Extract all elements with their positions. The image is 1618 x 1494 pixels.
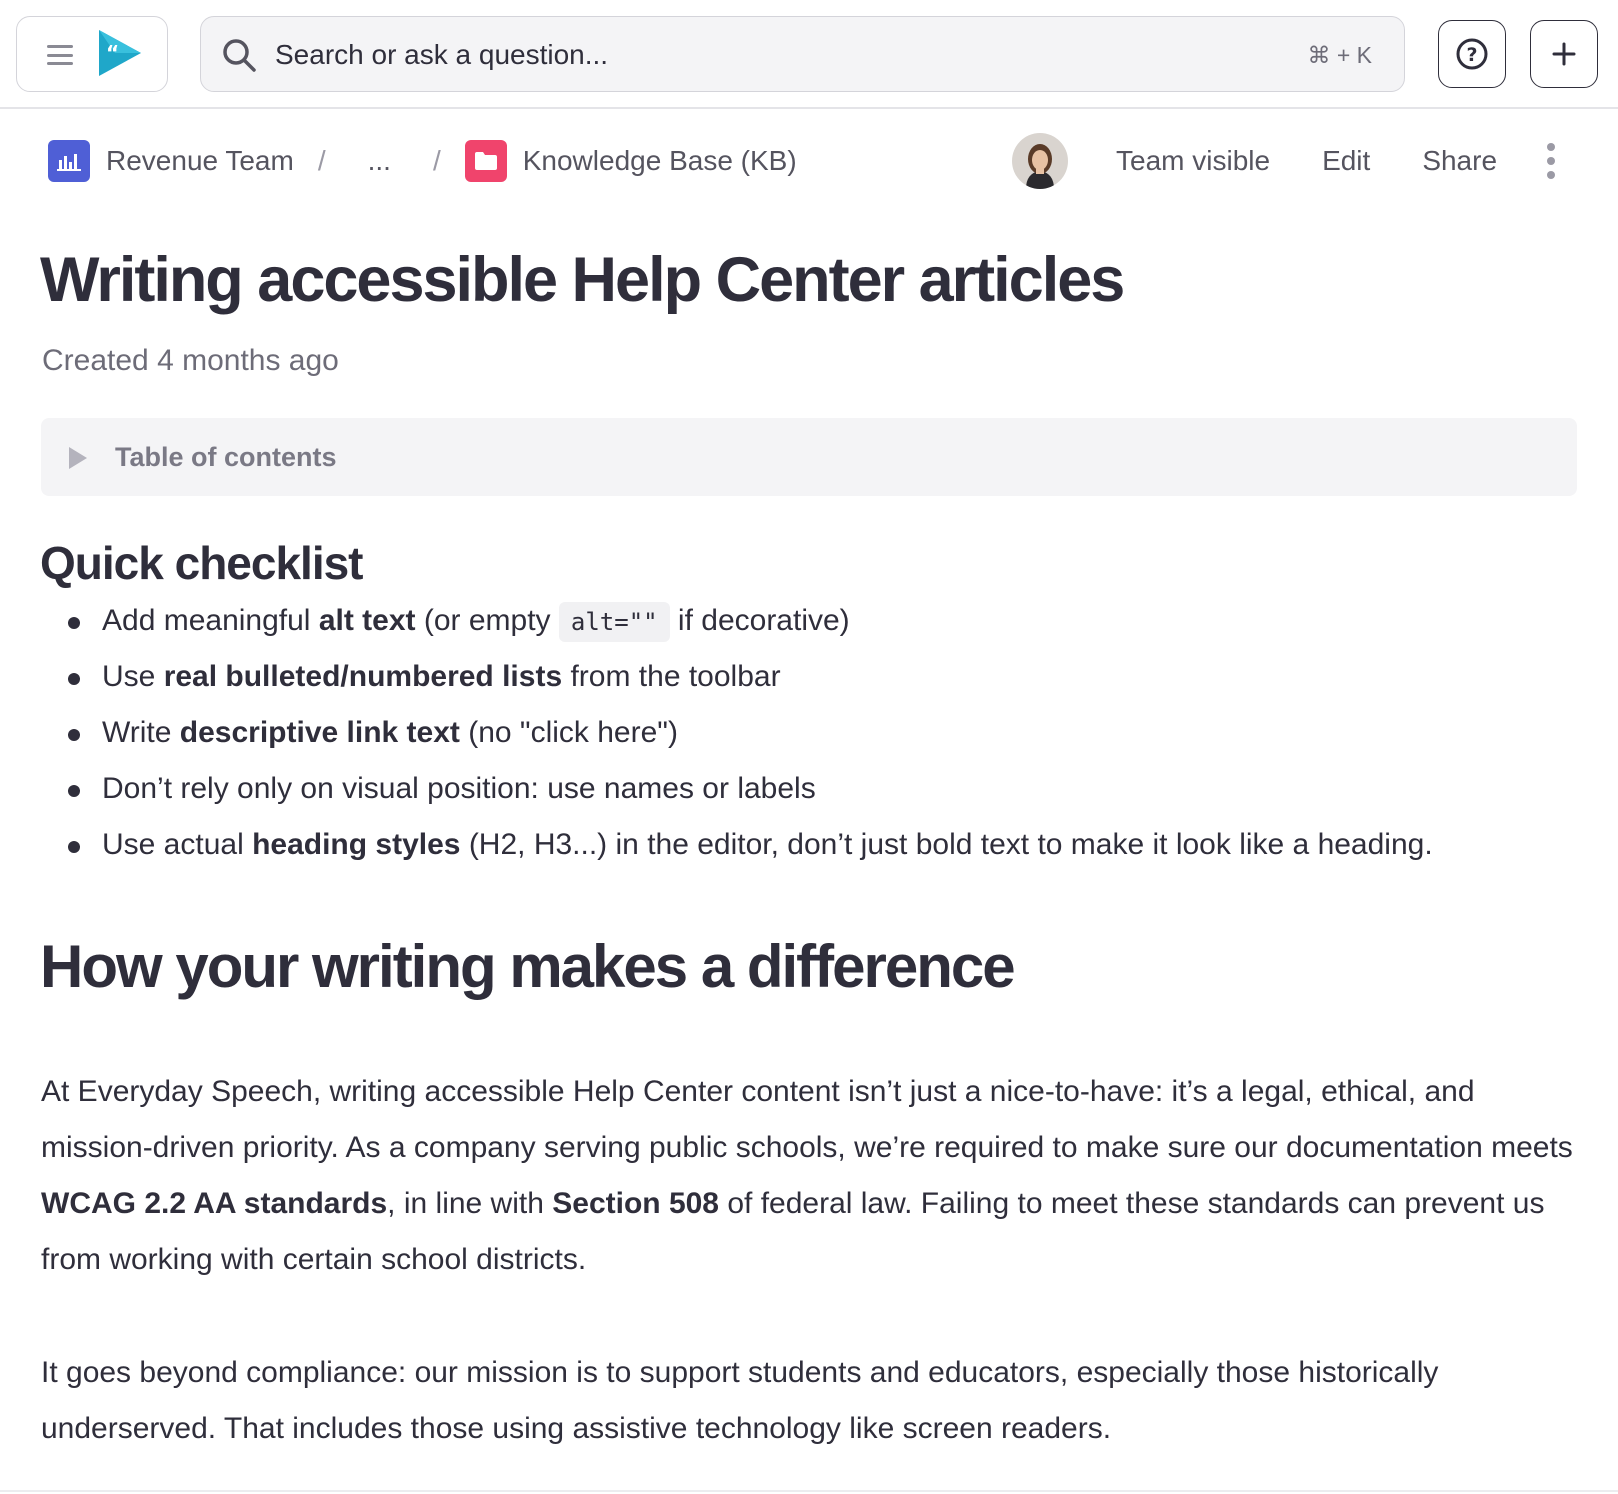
menu-logo-group: “ — [16, 16, 168, 92]
table-of-contents-toggle[interactable]: Table of contents — [41, 418, 1577, 496]
svg-text:?: ? — [1466, 44, 1477, 66]
paragraph: It goes beyond compliance: our mission i… — [41, 1356, 1439, 1445]
search-shortcut-hint: ⌘ + K — [1307, 42, 1372, 68]
list-item: Add meaningful alt text (or empty alt=""… — [60, 596, 1433, 652]
search-bar[interactable]: Search or ask a question... ⌘ + K — [200, 16, 1405, 92]
question-circle-icon: ? — [1456, 38, 1488, 70]
breadcrumb: Revenue Team / ... / Knowledge Base (KB) — [48, 138, 797, 184]
inline-code: alt="" — [558, 602, 670, 642]
paragraph: At Everyday Speech, writing accessible H… — [41, 1075, 1573, 1276]
share-button[interactable]: Share — [1422, 145, 1497, 177]
add-button[interactable] — [1530, 20, 1598, 88]
toc-label: Table of contents — [115, 442, 337, 472]
search-icon — [223, 39, 256, 72]
search-placeholder[interactable]: Search or ask a question... — [275, 39, 608, 71]
checklist-heading: Quick checklist — [40, 537, 363, 589]
breadcrumb-collapsed[interactable]: ... — [368, 145, 391, 177]
page-title: Writing accessible Help Center articles — [40, 245, 1125, 315]
list-item: Don’t rely only on visual position: use … — [60, 764, 1433, 820]
help-button[interactable]: ? — [1438, 20, 1506, 88]
avatar[interactable] — [1012, 133, 1068, 189]
breadcrumb-knowledge-base[interactable]: Knowledge Base (KB) — [523, 145, 797, 177]
created-timestamp: Created 4 months ago — [42, 344, 339, 377]
breadcrumb-separator: / — [317, 145, 326, 176]
folder-icon — [464, 140, 507, 182]
list-item: Write descriptive link text (no "click h… — [60, 708, 1433, 764]
top-bar: “ Search or ask a question... ⌘ + K ? — [0, 0, 1618, 109]
bar-chart-icon — [48, 140, 90, 182]
quick-checklist: Add meaningful alt text (or empty alt=""… — [60, 596, 1433, 876]
page-actions: Team visible Edit Share — [1012, 131, 1556, 191]
svg-text:“: “ — [106, 41, 119, 65]
plus-icon — [1552, 42, 1576, 66]
divider — [0, 1490, 1618, 1492]
list-item: Use real bulleted/numbered lists from th… — [60, 652, 1433, 708]
expand-triangle-icon — [69, 447, 87, 469]
hamburger-menu-icon[interactable] — [47, 45, 73, 65]
app-logo-icon[interactable]: “ — [95, 27, 145, 79]
section-heading: How your writing makes a difference — [40, 933, 1016, 1000]
breadcrumb-revenue-team[interactable]: Revenue Team — [106, 145, 294, 177]
breadcrumb-separator: / — [432, 145, 441, 176]
team-visible-button[interactable]: Team visible — [1116, 145, 1270, 177]
list-item: Use actual heading styles (H2, H3...) in… — [60, 820, 1433, 876]
edit-button[interactable]: Edit — [1322, 145, 1370, 177]
more-options-icon[interactable] — [1547, 143, 1556, 179]
